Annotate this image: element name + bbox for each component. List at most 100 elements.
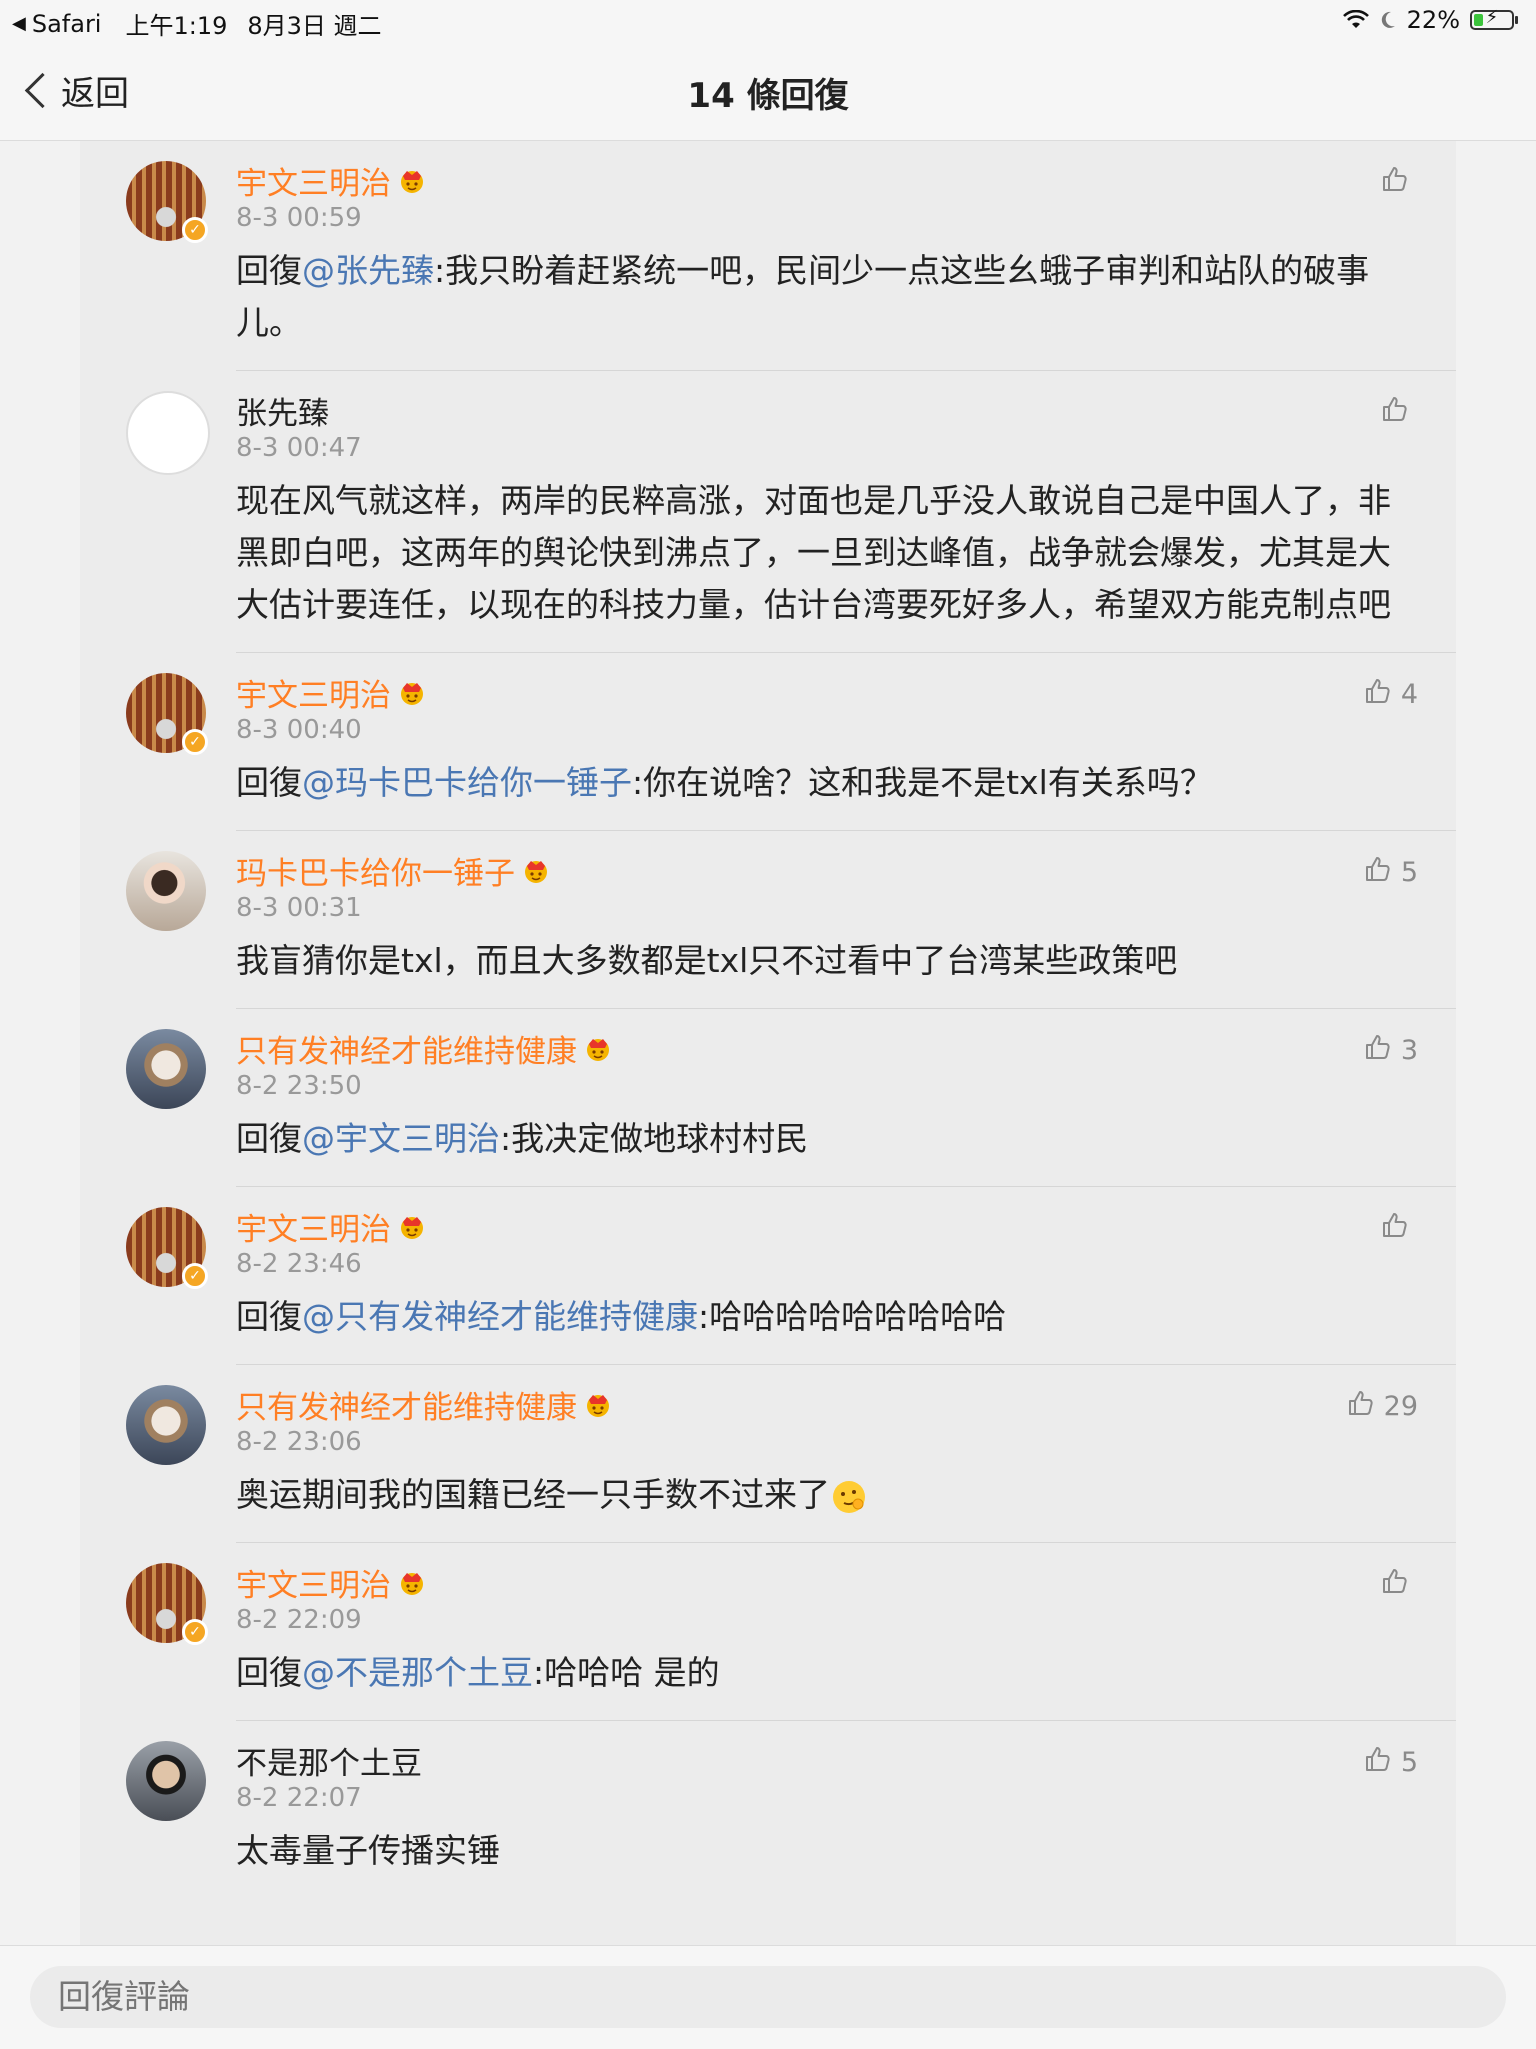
thumbs-up-icon [1380,165,1408,200]
battery-percent: 22% [1406,6,1460,34]
like-count: 3 [1400,1035,1418,1066]
vip-crown-icon [583,1034,613,1062]
comment-body: 我盲猜你是txl，而且大多数都是txl只不过看中了台湾某些政策吧 [236,941,1178,980]
comment-username[interactable]: 宇文三明治 [236,1560,391,1605]
comment-username[interactable]: 只有发神经才能维持健康 [236,1026,577,1071]
comment-username[interactable]: 宇文三明治 [236,158,391,203]
comment-time: 8-3 00:59 [236,203,362,233]
comment-item[interactable]: ✓ 宇文三明治 8-2 22:09 回復@不是那个土豆:哈哈哈 是的 [80,1543,1456,1721]
comment-username[interactable]: 玛卡巴卡给你一锤子 [236,848,515,893]
vip-crown-icon [397,1568,427,1596]
like-button[interactable]: 3 [1363,1033,1418,1068]
comment-username[interactable]: 张先臻 [236,388,329,433]
wifi-icon [1342,10,1369,28]
reply-prefix: 回復 [236,251,302,290]
vip-crown-icon [397,678,427,706]
comment-username[interactable]: 宇文三明治 [236,1204,391,1249]
comment-body: :你在说啥？这和我是不是txl有关系吗？ [632,763,1213,802]
comment-username[interactable]: 宇文三明治 [236,670,391,715]
comment-item[interactable]: ✓ 宇文三明治 8-2 23:46 回復@只有发神经才能维持健康:哈哈哈哈哈哈哈哈哈 [80,1187,1456,1365]
comment-text: 我盲猜你是txl，而且大多数都是txl只不过看中了台湾某些政策吧 [236,935,1416,987]
comment-time: 8-2 22:07 [236,1783,362,1813]
comment-time: 8-2 23:06 [236,1427,362,1457]
like-button[interactable] [1380,1211,1418,1246]
comment-time: 8-3 00:31 [236,893,362,923]
like-button[interactable]: 29 [1346,1389,1418,1424]
reply-prefix: 回復 [236,1297,302,1336]
comment-username[interactable]: 不是那个土豆 [236,1738,422,1783]
thumbs-up-icon [1363,1033,1391,1068]
comment-item[interactable]: 只有发神经才能维持健康 8-2 23:06 奥运期间我的国籍已经一只手数不过来了 29 [80,1365,1456,1543]
reply-prefix: 回復 [236,1119,302,1158]
status-bar: ◀ Safari 上午1:19 8月3日 週二 22% ⚡ [0,0,1536,40]
clock: 上午1:19 [125,12,228,40]
like-button[interactable]: 5 [1363,1745,1418,1780]
comment-text: 回復@宇文三明治:我决定做地球村村民 [236,1113,1416,1165]
comment-item[interactable]: 玛卡巴卡给你一锤子 8-3 00:31 我盲猜你是txl，而且大多数都是txl只不过… [80,831,1456,1009]
like-button[interactable] [1380,1567,1418,1602]
reply-prefix: 回復 [236,1653,302,1692]
thumbs-up-icon [1363,1745,1391,1780]
battery-icon: ⚡ [1470,7,1518,30]
comment-body: 奥运期间我的国籍已经一只手数不过来了 [236,1475,830,1514]
mention-link[interactable]: @玛卡巴卡给你一锤子 [302,763,632,802]
like-button[interactable]: 4 [1363,677,1418,712]
user-avatar[interactable] [126,1741,206,1821]
vip-crown-icon [583,1390,613,1418]
comment-username[interactable]: 只有发神经才能维持健康 [236,1382,577,1427]
comment-item[interactable]: ✓ 宇文三明治 8-3 00:40 回復@玛卡巴卡给你一锤子:你在说啥？这和我是不是t… [80,653,1456,831]
like-count: 5 [1400,857,1418,888]
verified-badge-icon: ✓ [182,1263,208,1289]
comment-item[interactable]: 张先臻 8-3 00:47 现在风气就这样，两岸的民粹高涨，对面也是几乎没人敢说自己… [80,371,1456,653]
comment-text: 回復@张先臻:我只盼着赶紧统一吧，民间少一点这些幺蛾子审判和站队的破事儿。 [236,245,1416,349]
vip-crown-icon [397,1212,427,1240]
user-avatar[interactable] [126,391,210,475]
comment-time: 8-3 00:40 [236,715,362,745]
comment-body: :哈哈哈哈哈哈哈哈哈 [698,1297,1007,1336]
verified-badge-icon: ✓ [182,1619,208,1645]
comment-time: 8-2 23:50 [236,1071,362,1101]
comment-text: 回復@不是那个土豆:哈哈哈 是的 [236,1647,1416,1699]
comment-list[interactable]: ✓ 宇文三明治 8-3 00:59 回復@张先臻:我只盼着赶紧统一吧，民间少一点这些幺… [80,141,1456,1945]
thinking-emoji-icon [830,1475,868,1514]
back-triangle-icon: ◀ [12,13,26,34]
like-button[interactable] [1380,395,1418,430]
bottom-bar [0,1945,1536,2049]
thumbs-up-icon [1380,395,1408,430]
back-to-app-link[interactable]: ◀ Safari [12,10,101,38]
mention-link[interactable]: @宇文三明治 [302,1119,500,1158]
mention-link[interactable]: @张先臻 [302,251,434,290]
comment-text: 现在风气就这样，两岸的民粹高涨，对面也是几乎没人敢说自己是中国人了，非黑即白吧，… [236,475,1416,631]
vip-crown-icon [397,166,427,194]
like-count: 4 [1400,679,1418,710]
comment-time: 8-2 23:46 [236,1249,362,1279]
like-button[interactable] [1380,165,1418,200]
like-count: 29 [1383,1391,1418,1422]
comment-item[interactable]: 只有发神经才能维持健康 8-2 23:50 回復@宇文三明治:我决定做地球村村民 3 [80,1009,1456,1187]
thumbs-up-icon [1363,677,1391,712]
reply-comment-input[interactable] [30,1966,1506,2028]
user-avatar[interactable] [126,1385,206,1465]
mention-link[interactable]: @只有发神经才能维持健康 [302,1297,698,1336]
like-button[interactable]: 5 [1363,855,1418,890]
thumbs-up-icon [1363,855,1391,890]
vip-crown-icon [521,856,551,884]
comment-item[interactable]: 不是那个土豆 8-2 22:07 太毒量子传播实锤 5 [80,1721,1456,1899]
nav-bar: 返回 14 條回復 [0,40,1536,141]
comment-body: 现在风气就这样，两岸的民粹高涨，对面也是几乎没人敢说自己是中国人了，非黑即白吧，… [236,481,1391,624]
like-count: 5 [1400,1747,1418,1778]
mention-link[interactable]: @不是那个土豆 [302,1653,533,1692]
reply-prefix: 回復 [236,763,302,802]
verified-badge-icon: ✓ [182,217,208,243]
thumbs-up-icon [1380,1211,1408,1246]
comment-body: :哈哈哈 是的 [533,1653,720,1692]
verified-badge-icon: ✓ [182,729,208,755]
user-avatar[interactable] [126,851,206,931]
page-title: 14 條回復 [687,76,849,116]
comment-body: 太毒量子传播实锤 [236,1831,500,1870]
comment-body: :我决定做地球村村民 [500,1119,809,1158]
thumbs-up-icon [1380,1567,1408,1602]
user-avatar[interactable] [126,1029,206,1109]
comment-text: 奥运期间我的国籍已经一只手数不过来了 [236,1469,1416,1521]
comment-item[interactable]: ✓ 宇文三明治 8-3 00:59 回復@张先臻:我只盼着赶紧统一吧，民间少一点这些幺… [80,141,1456,371]
